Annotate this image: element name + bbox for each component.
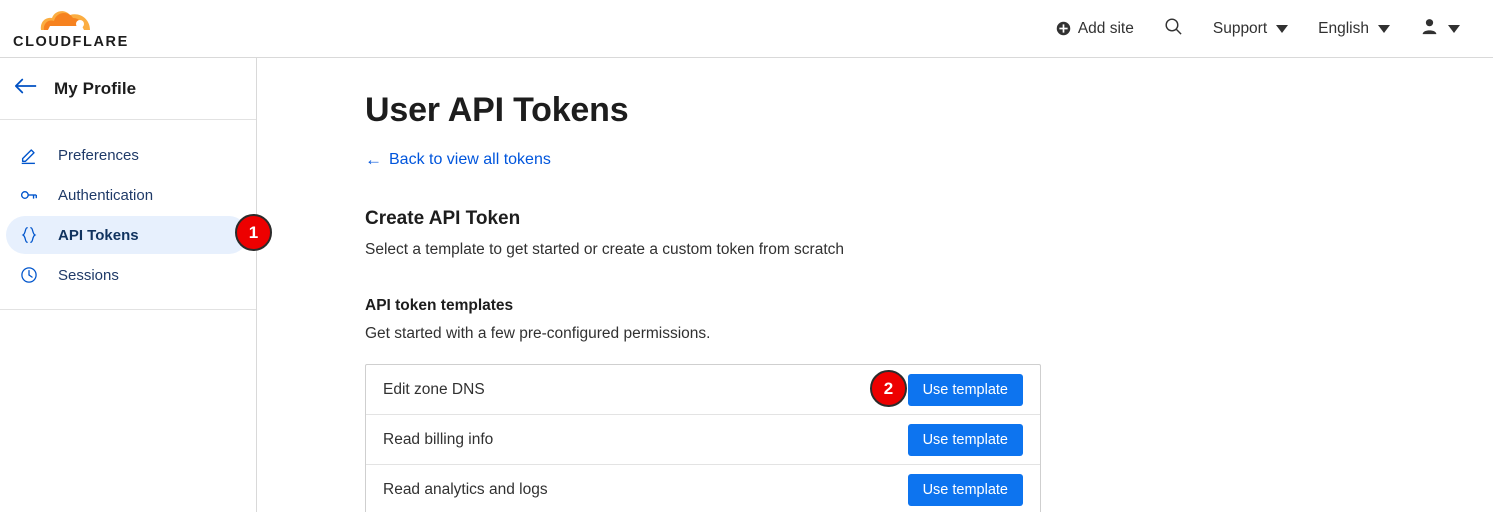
search-icon <box>1164 17 1183 41</box>
sidebar: My Profile Preferences Authentication AP… <box>0 58 257 512</box>
top-navigation: Add site Support English <box>1041 0 1475 57</box>
template-list-card: Edit zone DNS Use template Read billing … <box>365 364 1041 512</box>
back-link-label: Back to view all tokens <box>389 151 551 168</box>
arrow-left-icon[interactable] <box>14 76 38 99</box>
step-badge-2: 2 <box>870 370 907 407</box>
use-template-button-edit-zone-dns[interactable]: Use template <box>907 373 1023 406</box>
user-icon <box>1420 17 1439 41</box>
sidebar-title: My Profile <box>54 78 137 98</box>
chevron-down-icon <box>1448 24 1460 33</box>
sidebar-item-label: Sessions <box>58 266 119 284</box>
sidebar-header: My Profile <box>0 58 256 120</box>
use-template-button-read-billing-info[interactable]: Use template <box>907 423 1023 456</box>
arrow-left-icon: ← <box>365 150 382 169</box>
template-label: Read billing info <box>383 430 494 448</box>
sidebar-item-label: API Tokens <box>58 226 139 244</box>
table-row[interactable]: Read analytics and logs Use template <box>366 465 1040 512</box>
page-title: User API Tokens <box>365 91 629 129</box>
sidebar-item-label: Authentication <box>58 186 154 204</box>
sidebar-item-label: Preferences <box>58 146 139 164</box>
template-label: Edit zone DNS <box>383 380 485 398</box>
table-row[interactable]: Edit zone DNS Use template <box>366 365 1040 415</box>
cloudflare-logo[interactable]: CLOUDFLARE <box>12 6 130 50</box>
curly-braces-icon <box>18 224 40 246</box>
template-label: Read analytics and logs <box>383 481 548 498</box>
logo-wordmark: CLOUDFLARE <box>13 34 129 50</box>
api-token-templates-heading: API token templates <box>365 297 514 314</box>
language-label: English <box>1318 19 1369 37</box>
account-menu[interactable] <box>1405 0 1475 57</box>
key-icon <box>18 184 40 206</box>
create-api-token-subtitle: Select a template to get started or crea… <box>365 241 845 258</box>
pencil-icon <box>18 144 40 166</box>
language-menu[interactable]: English <box>1303 0 1405 57</box>
main-content: User API Tokens ← Back to view all token… <box>258 58 1493 512</box>
create-api-token-heading: Create API Token <box>365 208 521 229</box>
back-to-all-tokens-link[interactable]: ← Back to view all tokens <box>365 151 551 169</box>
top-header-bar: CLOUDFLARE Add site Support English <box>0 0 1493 58</box>
step-badge-1: 1 <box>235 214 272 251</box>
add-site-label: Add site <box>1077 19 1134 37</box>
sidebar-item-api-tokens[interactable]: API Tokens <box>6 216 248 254</box>
search-button[interactable] <box>1149 0 1198 57</box>
clock-icon <box>18 264 40 286</box>
table-row[interactable]: Read billing info Use template <box>366 415 1040 465</box>
api-token-templates-subtitle: Get started with a few pre-configured pe… <box>365 325 711 342</box>
sidebar-nav: Preferences Authentication API Tokens Se… <box>0 120 256 310</box>
chevron-down-icon <box>1378 24 1390 33</box>
sidebar-item-preferences[interactable]: Preferences <box>6 136 248 174</box>
add-site-button[interactable]: Add site <box>1041 0 1149 57</box>
sidebar-item-authentication[interactable]: Authentication <box>6 176 248 214</box>
chevron-down-icon <box>1276 24 1289 33</box>
plus-circle-icon <box>1056 21 1071 36</box>
support-label: Support <box>1212 19 1268 37</box>
use-template-button-read-analytics-and-logs[interactable]: Use template <box>907 474 1023 506</box>
sidebar-item-sessions[interactable]: Sessions <box>6 256 248 294</box>
support-menu[interactable]: Support <box>1198 0 1303 57</box>
